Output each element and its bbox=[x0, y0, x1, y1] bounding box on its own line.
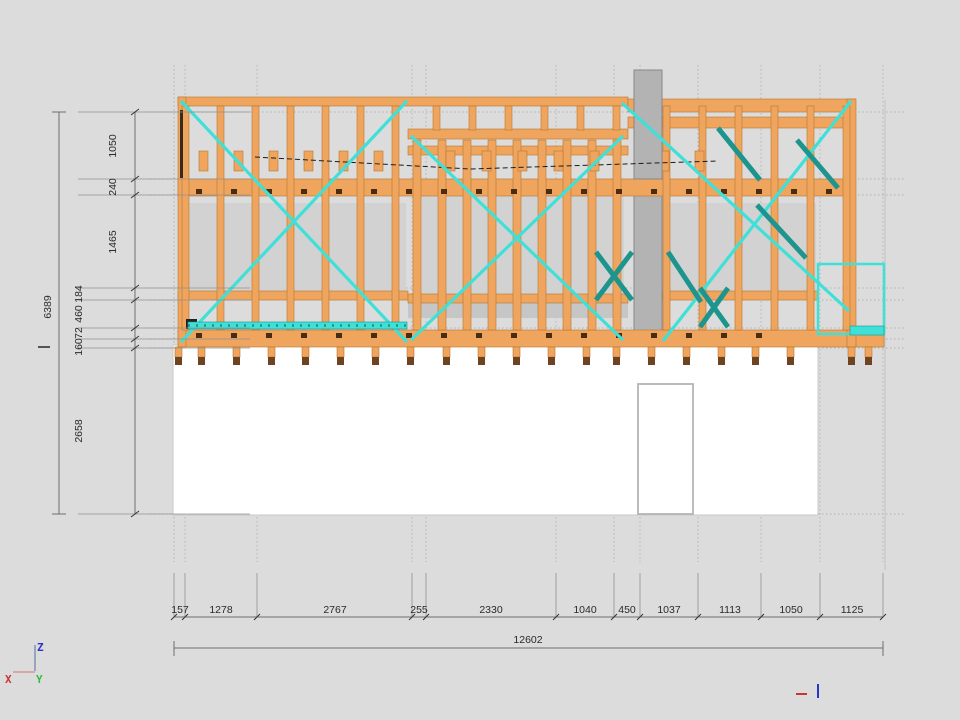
dim-h-seg-7: 1037 bbox=[657, 605, 680, 616]
dim-v-seg-1: 240 bbox=[108, 178, 119, 196]
dim-v-seg-6: 160 bbox=[74, 338, 85, 356]
dim-h-seg-8: 1113 bbox=[719, 605, 741, 616]
dim-h-seg-5: 1040 bbox=[573, 605, 596, 616]
dim-h-seg-10: 1125 bbox=[841, 605, 864, 616]
dim-h-seg-2: 2767 bbox=[323, 605, 346, 616]
dim-v-seg-7: 2658 bbox=[74, 419, 85, 442]
dim-h-total: 12602 bbox=[513, 635, 542, 646]
dim-h-seg-9: 1050 bbox=[779, 605, 802, 616]
dim-v-total: 6389 bbox=[43, 295, 54, 318]
dim-h-seg-0: 157 bbox=[171, 605, 189, 616]
dim-h-seg-6: 450 bbox=[618, 605, 636, 616]
dim-h-seg-1: 1278 bbox=[209, 605, 232, 616]
lower-wall bbox=[173, 345, 818, 515]
dim-v-seg-4: 460 bbox=[74, 305, 85, 323]
dim-h-seg-3: 255 bbox=[410, 605, 428, 616]
mini-axis-indicator bbox=[796, 684, 818, 698]
axis-x-label: X bbox=[5, 674, 12, 685]
axis-triad bbox=[13, 645, 35, 672]
axis-y-label: Y bbox=[36, 674, 43, 685]
cad-canvas[interactable]: 6389 1050 240 1465 184 460 72 160 2658 1… bbox=[0, 0, 960, 720]
dim-v-seg-2: 1465 bbox=[108, 230, 119, 253]
dim-h-seg-4: 2330 bbox=[479, 605, 502, 616]
dim-v-seg-3: 184 bbox=[74, 285, 85, 303]
dim-v-seg-0: 1050 bbox=[108, 134, 119, 157]
axis-z-label: Z bbox=[37, 642, 44, 653]
